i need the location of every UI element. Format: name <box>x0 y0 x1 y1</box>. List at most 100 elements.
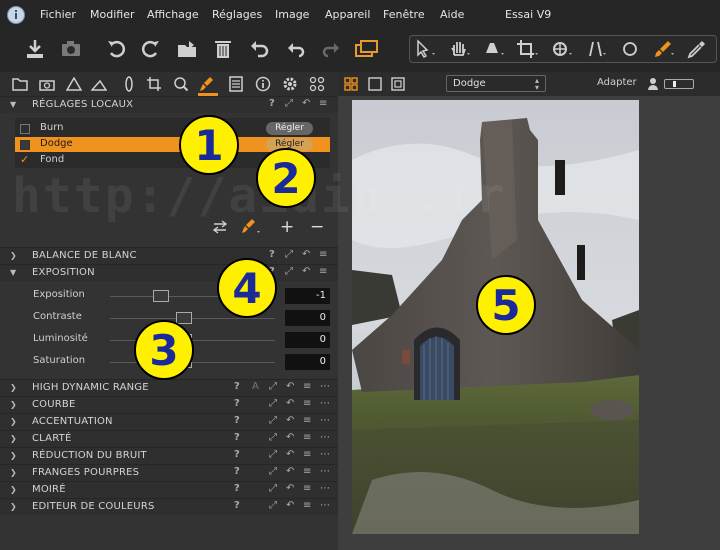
collapse-arrow-icon[interactable]: ▼ <box>10 100 16 109</box>
expand-icon[interactable]: ⤢ <box>269 415 277 426</box>
help-icon[interactable]: ? <box>234 483 240 494</box>
local-adjust-tab-icon[interactable] <box>198 75 216 93</box>
reset-icon[interactable]: ↶ <box>286 500 294 511</box>
menu-image[interactable]: Image <box>275 8 309 21</box>
local-adjustments-header[interactable]: ▼ RÉGLAGES LOCAUX ? ⤢ ↶ ≡ <box>0 96 338 113</box>
reset-icon[interactable]: ↶ <box>302 249 310 260</box>
hand-icon[interactable] <box>448 39 472 59</box>
menu-fenetre[interactable]: Fenêtre <box>383 8 425 21</box>
person-icon[interactable] <box>647 77 659 91</box>
menu-fichier[interactable]: Fichier <box>40 8 76 21</box>
expand-icon[interactable]: ⤢ <box>285 249 293 260</box>
section-reduction-du-bruit[interactable]: ❯ RÉDUCTION DU BRUIT ? ⤢ ↶ ≡ ⋯ <box>0 447 338 464</box>
expand-icon[interactable]: ⤢ <box>285 266 293 277</box>
collapse-arrow-icon[interactable]: ▼ <box>10 268 16 277</box>
menu-lines-icon[interactable]: ≡ <box>303 432 311 443</box>
grid-view-icon[interactable] <box>344 77 358 91</box>
process-icon[interactable] <box>354 36 380 62</box>
menu-appareil[interactable]: Appareil <box>325 8 370 21</box>
section-moire[interactable]: ❯ MOIRÉ ? ⤢ ↶ ≡ ⋯ <box>0 481 338 498</box>
reset-icon[interactable]: ↶ <box>302 98 310 109</box>
reset-icon[interactable]: ↶ <box>286 466 294 477</box>
rotate-left-icon[interactable] <box>103 36 129 62</box>
slider-value[interactable]: 0 <box>285 332 330 348</box>
menu-lines-icon[interactable]: ≡ <box>303 449 311 460</box>
help-icon[interactable]: ? <box>234 432 240 443</box>
batch-tab-icon[interactable] <box>308 75 326 93</box>
more-icon[interactable]: ⋯ <box>320 415 330 426</box>
more-icon[interactable]: ⋯ <box>320 398 330 409</box>
checkmark-icon[interactable]: ✓ <box>20 154 30 165</box>
undo-step-icon[interactable] <box>283 36 309 62</box>
auto-icon[interactable]: A <box>252 381 259 392</box>
zoom-slider[interactable] <box>664 79 694 89</box>
lens-tab-icon[interactable] <box>120 75 138 93</box>
reset-icon[interactable]: ↶ <box>286 381 294 392</box>
menu-lines-icon[interactable]: ≡ <box>303 398 311 409</box>
section-accentuation[interactable]: ❯ ACCENTUATION ? ⤢ ↶ ≡ ⋯ <box>0 413 338 430</box>
expand-arrow-icon[interactable]: ❯ <box>10 502 17 511</box>
menu-lines-icon[interactable]: ≡ <box>303 483 311 494</box>
menu-reglages[interactable]: Réglages <box>212 8 262 21</box>
focus-tab-icon[interactable] <box>172 75 190 93</box>
expand-icon[interactable]: ⤢ <box>269 500 277 511</box>
menu-lines-icon[interactable]: ≡ <box>319 249 327 260</box>
menu-lines-icon[interactable]: ≡ <box>303 500 311 511</box>
help-icon[interactable]: ? <box>234 415 240 426</box>
help-icon[interactable]: ? <box>269 98 275 109</box>
help-icon[interactable]: ? <box>234 449 240 460</box>
more-icon[interactable]: ⋯ <box>320 466 330 477</box>
slider-value[interactable]: 0 <box>285 310 330 326</box>
picker-icon[interactable] <box>686 39 710 59</box>
more-icon[interactable]: ⋯ <box>320 381 330 392</box>
help-icon[interactable]: ? <box>234 466 240 477</box>
layer-burn[interactable]: Burn Régler <box>15 121 330 136</box>
reset-icon[interactable]: ↶ <box>286 483 294 494</box>
expand-arrow-icon[interactable]: ❯ <box>10 251 17 260</box>
more-icon[interactable]: ⋯ <box>320 449 330 460</box>
redo-icon[interactable] <box>318 36 344 62</box>
expand-arrow-icon[interactable]: ❯ <box>10 468 17 477</box>
expand-icon[interactable]: ⤢ <box>269 398 277 409</box>
section-courbe[interactable]: ❯ COURBE ? ⤢ ↶ ≡ ⋯ <box>0 396 338 413</box>
slider-knob[interactable] <box>153 290 169 302</box>
menu-lines-icon[interactable]: ≡ <box>319 266 327 277</box>
more-icon[interactable]: ⋯ <box>320 483 330 494</box>
expand-arrow-icon[interactable]: ❯ <box>10 485 17 494</box>
help-icon[interactable]: ? <box>269 249 275 260</box>
crop-tab-icon[interactable] <box>145 75 163 93</box>
crop-icon[interactable] <box>516 39 540 59</box>
expand-icon[interactable]: ⤢ <box>269 381 277 392</box>
reset-icon[interactable]: ↶ <box>286 449 294 460</box>
slider-track[interactable] <box>110 362 275 363</box>
expand-icon[interactable]: ⤢ <box>269 449 277 460</box>
help-icon[interactable]: ? <box>234 381 240 392</box>
menu-lines-icon[interactable]: ≡ <box>303 415 311 426</box>
library-tab-icon[interactable] <box>11 75 29 93</box>
more-icon[interactable]: ⋯ <box>320 432 330 443</box>
reset-icon[interactable]: ↶ <box>286 398 294 409</box>
reset-icon[interactable]: ↶ <box>286 415 294 426</box>
camera-icon[interactable] <box>58 36 84 62</box>
menu-lines-icon[interactable]: ≡ <box>303 381 311 392</box>
menu-aide[interactable]: Aide <box>440 8 464 21</box>
keystone-icon[interactable] <box>550 39 574 59</box>
zoom-slider-knob[interactable] <box>673 81 676 87</box>
section-franges-pourpres[interactable]: ❯ FRANGES POURPRES ? ⤢ ↶ ≡ ⋯ <box>0 464 338 481</box>
expand-arrow-icon[interactable]: ❯ <box>10 383 17 392</box>
expand-icon[interactable]: ⤢ <box>269 432 277 443</box>
slider-track[interactable] <box>110 318 275 319</box>
menu-affichage[interactable]: Affichage <box>147 8 199 21</box>
single-view-icon[interactable] <box>368 77 382 91</box>
loupe-icon[interactable] <box>482 39 506 59</box>
cursor-icon[interactable] <box>414 39 438 59</box>
expand-arrow-icon[interactable]: ❯ <box>10 417 17 426</box>
slider-knob[interactable] <box>176 312 192 324</box>
slider-value[interactable]: -1 <box>285 288 330 304</box>
help-icon[interactable]: ? <box>234 398 240 409</box>
info-tab-icon[interactable] <box>254 75 272 93</box>
expand-arrow-icon[interactable]: ❯ <box>10 400 17 409</box>
rotate-right-icon[interactable] <box>138 36 164 62</box>
compare-view-icon[interactable] <box>391 77 405 91</box>
slider-value[interactable]: 0 <box>285 354 330 370</box>
